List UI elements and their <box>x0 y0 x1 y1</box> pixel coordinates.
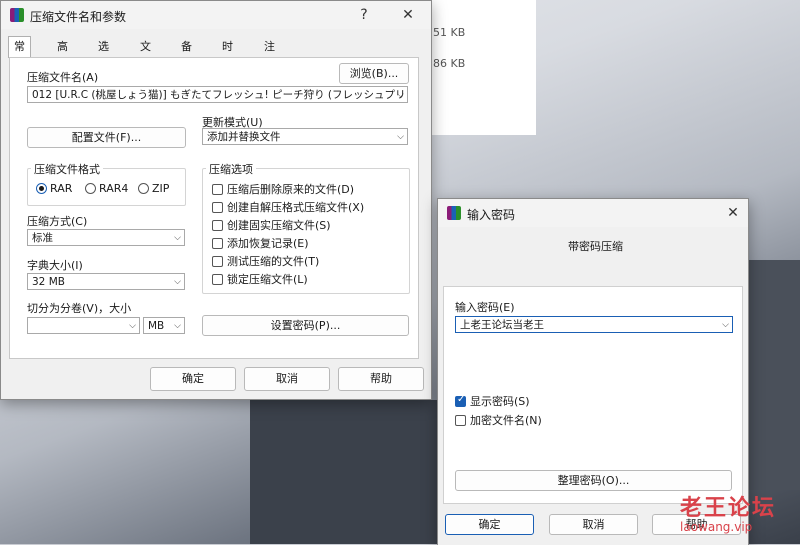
option-label: 创建自解压格式压缩文件(X) <box>227 201 365 214</box>
split-unit-select[interactable]: MB ⌵ <box>143 317 185 334</box>
chevron-down-icon: ⌵ <box>174 277 181 287</box>
ok-button[interactable]: 确定 <box>150 367 236 391</box>
password-input[interactable]: 上老王论坛当老王 ⌵ <box>455 316 733 333</box>
organize-passwords-button[interactable]: 整理密码(O)... <box>455 470 732 491</box>
encrypt-names-checkbox[interactable]: 加密文件名(N) <box>455 412 542 428</box>
enter-password-label: 输入密码(E) <box>455 301 515 314</box>
checkbox-box <box>212 274 223 285</box>
sfx-checkbox[interactable]: 创建自解压格式压缩文件(X) <box>212 199 364 215</box>
password-value: 上老王论坛当老王 <box>460 319 544 331</box>
archive-name-combo[interactable]: 012 [U.R.C (桃屋しょう猫)] もぎたてフレッシュ! ピーチ狩り (フ… <box>27 86 408 103</box>
dictionary-select[interactable]: 32 MB ⌵ <box>27 273 185 290</box>
winrar-icon <box>447 206 461 220</box>
radio-dot <box>138 183 149 194</box>
archive-name-value: 012 [U.R.C (桃屋しょう猫)] もぎたてフレッシュ! ピーチ狩り (フ… <box>32 89 406 101</box>
chevron-down-icon: ⌵ <box>129 321 136 331</box>
option-label: 测试压缩的文件(T) <box>227 255 320 268</box>
watermark: 老王论坛 laowang.vip <box>680 490 776 534</box>
radio-dot <box>36 183 47 194</box>
archive-dialog: 压缩文件名和参数 ? ✕ 常规 高级 选项 文件 备份 时间 注释 压缩文件名(… <box>0 0 432 400</box>
chevron-down-icon: ⌵ <box>397 132 404 142</box>
option-label: 添加恢复记录(E) <box>227 237 309 250</box>
tab-backup[interactable]: 备份 <box>176 37 197 72</box>
method-value: 标准 <box>32 232 53 244</box>
profiles-button[interactable]: 配置文件(F)... <box>27 127 186 148</box>
format-rar4-label: RAR4 <box>99 182 129 195</box>
format-group: 压缩文件格式 RAR RAR4 ZIP <box>27 161 186 206</box>
chevron-down-icon: ⌵ <box>174 233 181 243</box>
password-title-bar: 输入密码 ✕ <box>438 199 748 227</box>
test-checkbox[interactable]: 测试压缩的文件(T) <box>212 253 319 269</box>
checkbox-box <box>212 238 223 249</box>
options-group-label: 压缩选项 <box>206 161 256 177</box>
password-ok-button[interactable]: 确定 <box>445 514 534 535</box>
split-size-combo[interactable]: ⌵ <box>27 317 140 334</box>
tab-files[interactable]: 文件 <box>135 37 156 72</box>
solid-checkbox[interactable]: 创建固实压缩文件(S) <box>212 217 331 233</box>
checkbox-box <box>455 415 466 426</box>
option-label: 压缩后删除原来的文件(D) <box>227 183 355 196</box>
checkbox-box <box>212 220 223 231</box>
checkbox-box <box>212 256 223 267</box>
password-dialog-title: 输入密码 <box>467 208 516 222</box>
format-rar-label: RAR <box>50 182 73 195</box>
winrar-icon <box>10 8 24 22</box>
close-icon[interactable]: ✕ <box>397 5 419 25</box>
close-icon[interactable]: ✕ <box>722 203 744 223</box>
checkbox-box <box>212 184 223 195</box>
radio-dot <box>85 183 96 194</box>
cancel-button[interactable]: 取消 <box>244 367 330 391</box>
format-rar4-radio[interactable]: RAR4 <box>85 182 128 195</box>
recovery-checkbox[interactable]: 添加恢复记录(E) <box>212 235 309 251</box>
checkbox-box <box>212 202 223 213</box>
password-subtitle: 带密码压缩 <box>568 240 623 253</box>
tab-advanced[interactable]: 高级 <box>52 37 73 72</box>
tab-general[interactable]: 常规 <box>8 36 31 72</box>
method-select[interactable]: 标准 ⌵ <box>27 229 185 246</box>
tab-comment[interactable]: 注释 <box>259 37 280 72</box>
lock-checkbox[interactable]: 锁定压缩文件(L) <box>212 271 308 287</box>
dictionary-value: 32 MB <box>32 276 65 288</box>
background-shape <box>250 400 450 544</box>
split-label: 切分为分卷(V)，大小 <box>27 302 132 315</box>
help-button[interactable]: 帮助 <box>338 367 424 391</box>
delete-after-checkbox[interactable]: 压缩后删除原来的文件(D) <box>212 181 354 197</box>
watermark-url: laowang.vip <box>680 520 753 534</box>
option-label: 创建固实压缩文件(S) <box>227 219 331 232</box>
chevron-down-icon: ⌵ <box>174 321 181 331</box>
tab-time[interactable]: 时间 <box>217 37 238 72</box>
set-password-button[interactable]: 设置密码(P)... <box>202 315 409 336</box>
title-bar: 压缩文件名和参数 ? ✕ <box>1 1 431 29</box>
encrypt-names-label: 加密文件名(N) <box>470 414 542 427</box>
format-zip-label: ZIP <box>152 182 170 195</box>
method-label: 压缩方式(C) <box>27 215 88 228</box>
dialog-title: 压缩文件名和参数 <box>30 10 127 24</box>
show-password-checkbox[interactable]: 显示密码(S) <box>455 393 530 409</box>
password-cancel-button[interactable]: 取消 <box>549 514 638 535</box>
format-zip-radio[interactable]: ZIP <box>138 182 169 195</box>
chevron-down-icon: ⌵ <box>397 90 404 100</box>
update-mode-select[interactable]: 添加并替换文件 ⌵ <box>202 128 408 145</box>
update-mode-value: 添加并替换文件 <box>207 131 281 143</box>
split-unit-value: MB <box>148 320 165 332</box>
checkbox-box <box>455 394 466 407</box>
password-panel: 输入密码(E) 上老王论坛当老王 ⌵ 显示密码(S) 加密文件名(N) 整理密码… <box>443 286 743 504</box>
dictionary-label: 字典大小(I) <box>27 259 83 272</box>
general-panel: 压缩文件名(A) 浏览(B)... 012 [U.R.C (桃屋しょう猫)] も… <box>9 57 419 359</box>
tab-options[interactable]: 选项 <box>93 37 114 72</box>
help-icon[interactable]: ? <box>353 5 375 25</box>
show-password-label: 显示密码(S) <box>470 395 530 408</box>
archive-name-label: 压缩文件名(A) <box>27 71 99 84</box>
option-label: 锁定压缩文件(L) <box>227 273 308 286</box>
format-group-label: 压缩文件格式 <box>31 161 103 177</box>
watermark-title: 老王论坛 <box>680 496 777 521</box>
options-group: 压缩选项 压缩后删除原来的文件(D) 创建自解压格式压缩文件(X) 创建固实压缩… <box>202 161 410 294</box>
chevron-down-icon: ⌵ <box>722 320 729 330</box>
browse-button[interactable]: 浏览(B)... <box>339 63 409 84</box>
format-rar-radio[interactable]: RAR <box>36 182 72 195</box>
